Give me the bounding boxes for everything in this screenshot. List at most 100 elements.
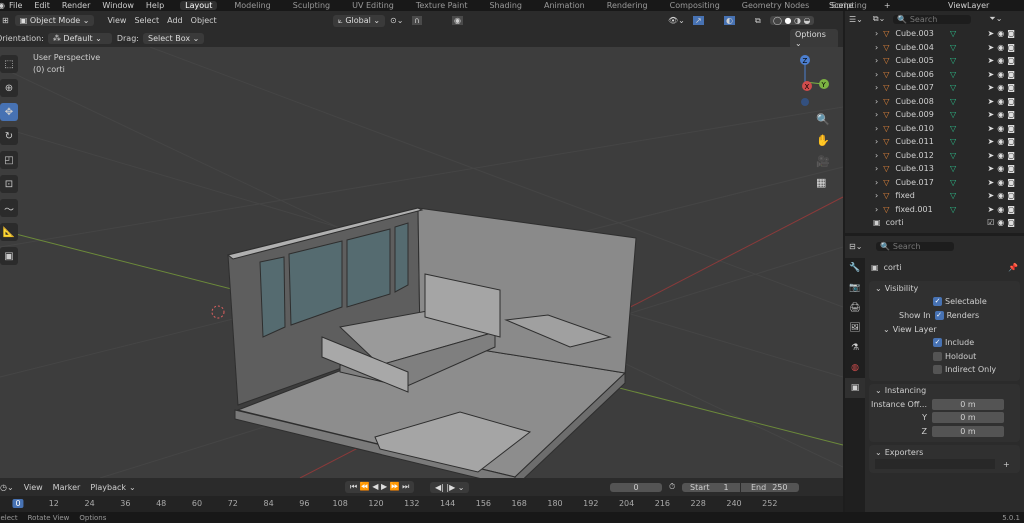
- renders-checkbox[interactable]: ✓: [934, 310, 944, 320]
- outliner-item[interactable]: › ▽ Cube.007 ▽ ➤◉◙: [845, 81, 1024, 95]
- expand-icon[interactable]: ›: [875, 83, 878, 92]
- expand-icon[interactable]: ›: [875, 110, 878, 119]
- menu-select[interactable]: Select: [134, 16, 159, 25]
- outliner-item[interactable]: › ▽ fixed.001 ▽ ➤◉◙: [845, 203, 1024, 217]
- transform-orientation-dropdown[interactable]: ⟀ Global ⌄: [333, 14, 386, 27]
- visibility-header[interactable]: ⌄ Visibility: [869, 281, 1020, 295]
- visibility-toggles[interactable]: ➤◉◙: [988, 97, 1018, 106]
- instance-offset-z-field[interactable]: 0 m: [932, 425, 1004, 437]
- properties-search[interactable]: 🔍 Search: [876, 241, 955, 251]
- proportional-icon[interactable]: ◉: [452, 16, 463, 25]
- visibility-toggles[interactable]: ☑◉◙: [987, 218, 1018, 227]
- world-tab-icon[interactable]: ◍: [845, 358, 865, 378]
- expand-icon[interactable]: ›: [875, 137, 878, 146]
- outliner-item[interactable]: › ▽ Cube.010 ▽ ➤◉◙: [845, 122, 1024, 136]
- scale-tool-icon[interactable]: ◰: [0, 151, 18, 169]
- outliner-item[interactable]: › ▽ fixed ▽ ➤◉◙: [845, 189, 1024, 203]
- expand-icon[interactable]: ›: [875, 56, 878, 65]
- tab-geometry-nodes[interactable]: Geometry Nodes: [737, 1, 814, 10]
- overlay-toggle-icon[interactable]: ◐: [724, 16, 735, 25]
- view-layer-subheader[interactable]: ⌄ View Layer: [869, 322, 1020, 336]
- outliner-item[interactable]: › ▽ Cube.004 ▽ ➤◉◙: [845, 41, 1024, 55]
- visibility-toggles[interactable]: ➤◉◙: [988, 110, 1018, 119]
- drag-dropdown[interactable]: Select Box ⌄: [142, 33, 205, 44]
- exporters-header[interactable]: ⌄ Exporters: [869, 445, 1020, 459]
- options-dropdown[interactable]: Options ⌄: [790, 28, 838, 49]
- menu-edit[interactable]: Edit: [34, 1, 50, 10]
- editor-type-icon[interactable]: ⊞: [2, 16, 9, 25]
- perspective-grid-icon[interactable]: ▦: [816, 172, 830, 193]
- playback-controls[interactable]: ⏮ ⏪ ◀ ▶ ⏩ ⏭: [345, 481, 415, 493]
- scene-tab-icon[interactable]: ⚗: [845, 338, 865, 358]
- exporters-list[interactable]: [875, 459, 995, 469]
- expand-icon[interactable]: ›: [875, 164, 878, 173]
- visibility-toggles[interactable]: ➤◉◙: [988, 43, 1018, 52]
- collection-corti[interactable]: ▣ corti ☑◉◙: [845, 216, 1024, 230]
- tab-animation[interactable]: Animation: [539, 1, 590, 10]
- visibility-toggles[interactable]: ➤◉◙: [988, 56, 1018, 65]
- menu-view[interactable]: View: [107, 16, 126, 25]
- instance-offset-y-field[interactable]: 0 m: [932, 412, 1004, 424]
- pan-hand-icon[interactable]: ✋: [816, 130, 830, 151]
- timeline-ruler[interactable]: 0 12 24 36 48 60 72 84 96 108 120 132 144 156 168 180 19…: [0, 496, 843, 512]
- expand-icon[interactable]: ›: [875, 43, 878, 52]
- visibility-toggles[interactable]: ➤◉◙: [988, 83, 1018, 92]
- blender-logo-icon[interactable]: ◉: [0, 1, 5, 10]
- expand-icon[interactable]: ›: [875, 191, 878, 200]
- cursor-tool-icon[interactable]: ⊕: [0, 79, 18, 97]
- instance-offset-x-field[interactable]: 0 m: [932, 398, 1004, 410]
- outliner-item[interactable]: › ▽ Cube.013 ▽ ➤◉◙: [845, 162, 1024, 176]
- tab-modeling[interactable]: Modeling: [229, 1, 275, 10]
- annotate-tool-icon[interactable]: 〜: [0, 199, 18, 217]
- render-tab-icon[interactable]: 📷: [845, 278, 865, 298]
- filter-view-icon[interactable]: ⧉⌄: [873, 14, 885, 24]
- outliner-item[interactable]: › ▽ Cube.017 ▽ ➤◉◙: [845, 176, 1024, 190]
- visibility-toggles[interactable]: ➤◉◙: [988, 124, 1018, 133]
- keyframe-jump[interactable]: ◀| |▶ ⌄: [430, 481, 470, 493]
- menu-render[interactable]: Render: [62, 1, 90, 10]
- outliner-search[interactable]: 🔍 Search: [893, 14, 972, 24]
- timeline-menu-view[interactable]: View: [24, 483, 43, 492]
- snap-icon[interactable]: ∩: [412, 16, 422, 25]
- visibility-toggles[interactable]: ➤◉◙: [988, 137, 1018, 146]
- rotate-tool-icon[interactable]: ↻: [0, 127, 18, 145]
- select-box-tool-icon[interactable]: ⬚: [0, 55, 18, 73]
- properties-editor-icon[interactable]: ⊟⌄: [849, 242, 862, 251]
- gizmo-toggle-icon[interactable]: ↗: [693, 16, 704, 25]
- selectable-checkbox[interactable]: ✓: [933, 297, 942, 307]
- expand-icon[interactable]: ›: [875, 29, 878, 38]
- add-exporter-button[interactable]: +: [1003, 460, 1010, 469]
- visibility-toggles[interactable]: ➤◉◙: [988, 164, 1018, 173]
- visibility-toggles[interactable]: ➤◉◙: [988, 205, 1018, 214]
- filter-icon[interactable]: ⏷⌄: [989, 14, 1002, 24]
- navigation-gizmo[interactable]: Z Y X: [785, 52, 835, 107]
- 3d-cursor[interactable]: [211, 305, 225, 319]
- pivot-icon[interactable]: ⊙⌄: [390, 16, 403, 25]
- add-workspace-icon[interactable]: +: [884, 1, 891, 10]
- measure-tool-icon[interactable]: 📐: [0, 223, 18, 241]
- view-layer-tab-icon[interactable]: 🖼: [845, 318, 865, 338]
- current-frame-field[interactable]: 0: [610, 482, 662, 492]
- scene-selector[interactable]: Scene: [829, 1, 853, 10]
- view-layer-selector[interactable]: ViewLayer: [948, 1, 989, 10]
- tab-layout[interactable]: Layout: [180, 1, 218, 10]
- orientation-dropdown[interactable]: ⁂ Default ⌄: [47, 33, 112, 44]
- mode-dropdown[interactable]: ▣ Object Mode ⌄: [14, 15, 95, 26]
- 3d-viewport[interactable]: User Perspective (0) corti ⬚ ⊕ ✥ ↻ ◰ ⊡ 〜…: [0, 47, 843, 478]
- timeline-menu-playback[interactable]: Playback: [90, 483, 126, 492]
- outliner-item[interactable]: › ▽ Cube.008 ▽ ➤◉◙: [845, 95, 1024, 109]
- expand-icon[interactable]: ›: [875, 97, 878, 106]
- tab-shading[interactable]: Shading: [484, 1, 527, 10]
- collection-tab-icon[interactable]: ▣: [845, 378, 865, 398]
- menu-file[interactable]: File: [9, 1, 22, 10]
- xray-icon[interactable]: ⧉: [755, 16, 761, 26]
- outliner-item[interactable]: › ▽ Cube.006 ▽ ➤◉◙: [845, 68, 1024, 82]
- tool-tab-icon[interactable]: 🔧: [845, 258, 865, 278]
- end-field[interactable]: End 250: [741, 482, 799, 492]
- tab-texture-paint[interactable]: Texture Paint: [411, 1, 473, 10]
- move-tool-icon[interactable]: ✥: [0, 103, 18, 121]
- expand-icon[interactable]: ›: [875, 70, 878, 79]
- visibility-toggles[interactable]: ➤◉◙: [988, 151, 1018, 160]
- instancing-header[interactable]: ⌄ Instancing: [869, 384, 1020, 398]
- holdout-checkbox[interactable]: [933, 351, 942, 361]
